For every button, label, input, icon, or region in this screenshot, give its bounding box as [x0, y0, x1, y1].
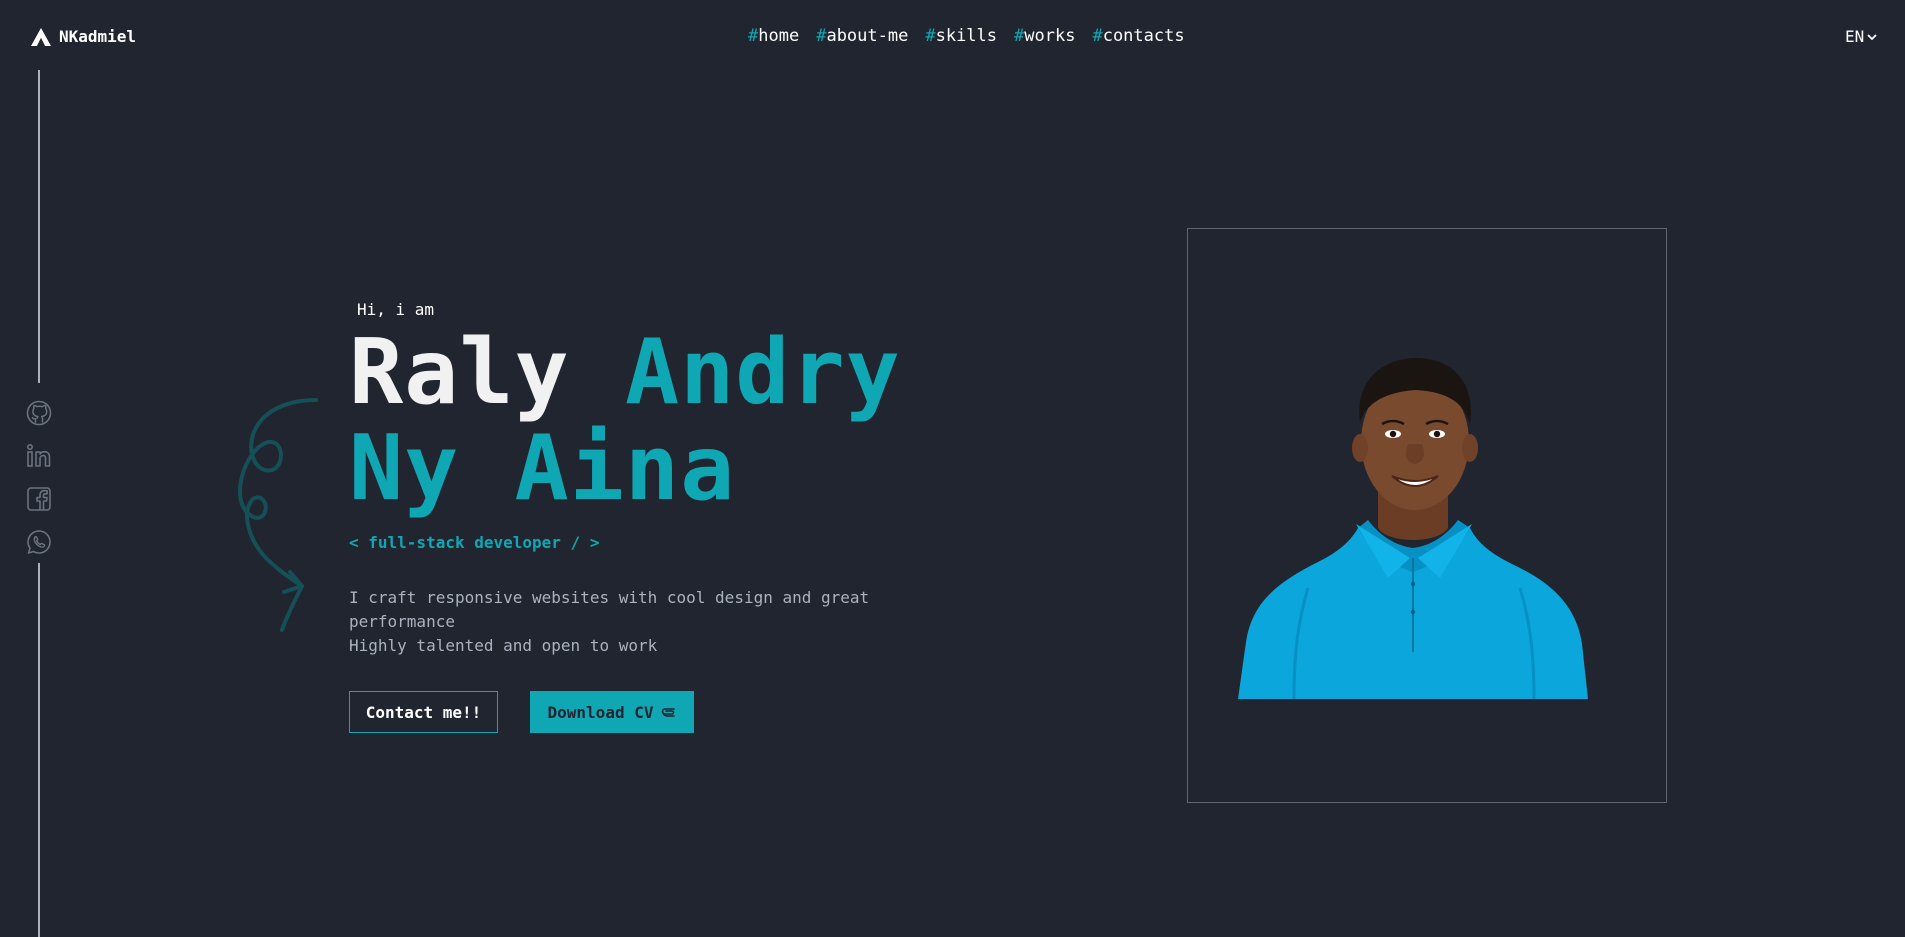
nav-label: about-me [826, 26, 909, 46]
github-link[interactable] [26, 397, 52, 429]
contact-me-button[interactable]: Contact me!! [349, 691, 498, 733]
chevron-down-icon [1867, 33, 1877, 40]
contact-me-label: Contact me!! [365, 702, 482, 722]
logo[interactable]: NKadmiel [31, 27, 136, 46]
hero-first-name: Raly [349, 320, 570, 425]
language-selector[interactable]: EN [1845, 27, 1877, 46]
nav-hash: # [925, 26, 936, 46]
hero-description-line-2: Highly talented and open to work [349, 636, 658, 655]
nav-label: skills [935, 26, 998, 46]
header: NKadmiel #home #about-me #skills #works … [0, 0, 1905, 74]
linkedin-link[interactable] [26, 440, 52, 472]
language-label: EN [1845, 27, 1865, 46]
nav-about-me[interactable]: #about-me [816, 26, 908, 46]
whatsapp-icon [27, 530, 51, 554]
sidebar-line-bottom [38, 563, 40, 937]
social-links [26, 397, 52, 558]
hero-middle-name: Andry [624, 320, 901, 425]
hero-role: < full-stack developer / > [349, 533, 600, 552]
facebook-icon [27, 487, 51, 511]
hero-greeting: Hi, i am [357, 300, 435, 319]
nav-hash: # [1014, 26, 1025, 46]
nav-hash: # [816, 26, 827, 46]
hero-description-line-1: I craft responsive websites with cool de… [349, 588, 870, 631]
download-cv-button[interactable]: Download CV [530, 691, 694, 733]
github-icon [26, 400, 52, 426]
brand-name: NKadmiel [59, 27, 137, 46]
nav-hash: # [1092, 26, 1103, 46]
hero-description: I craft responsive websites with cool de… [349, 586, 909, 658]
linkedin-icon [26, 443, 51, 467]
nav-skills[interactable]: #skills [925, 26, 997, 46]
sidebar-line-top [38, 70, 40, 383]
nav-home[interactable]: #home [748, 26, 799, 46]
paperclip-icon [662, 708, 676, 717]
nav-label: contacts [1102, 26, 1185, 46]
profile-photo [1238, 358, 1588, 699]
nav-contacts[interactable]: #contacts [1092, 26, 1184, 46]
hero-name-line-1: Raly Andry [349, 328, 901, 418]
nav-label: home [758, 26, 800, 46]
main-nav: #home #about-me #skills #works #contacts [748, 26, 1185, 46]
squiggle-arrow-decoration [237, 398, 318, 632]
whatsapp-link[interactable] [26, 526, 52, 558]
logo-icon [31, 27, 51, 46]
nav-hash: # [748, 26, 759, 46]
hero-last-name: Ny Aina [349, 416, 736, 521]
nav-label: works [1024, 26, 1076, 46]
download-cv-label: Download CV [547, 702, 654, 722]
nav-works[interactable]: #works [1014, 26, 1075, 46]
facebook-link[interactable] [26, 483, 52, 515]
hero-name-line-2: Ny Aina [349, 424, 735, 514]
